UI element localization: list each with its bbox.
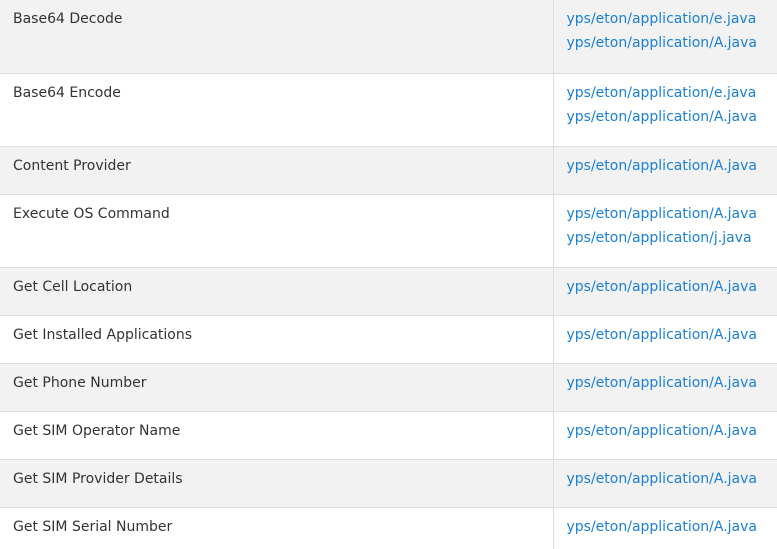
files-cell: yps/eton/application/A.java	[553, 145, 777, 194]
table-row: Content Provider yps/eton/application/A.…	[0, 145, 777, 194]
file-link[interactable]: yps/eton/application/A.java	[567, 31, 777, 55]
files-cell: yps/eton/application/e.java yps/eton/app…	[553, 72, 777, 146]
table-row: Get SIM Operator Name yps/eton/applicati…	[0, 410, 777, 459]
files-cell: yps/eton/application/A.java	[553, 314, 777, 363]
file-link[interactable]: yps/eton/application/j.java	[567, 226, 777, 250]
file-link[interactable]: yps/eton/application/A.java	[567, 467, 777, 491]
table-row: Get Cell Location yps/eton/application/A…	[0, 266, 777, 315]
api-name-cell: Content Provider	[0, 145, 554, 194]
table-row: Execute OS Command yps/eton/application/…	[0, 193, 777, 267]
files-cell: yps/eton/application/A.java	[553, 506, 777, 549]
file-link[interactable]: yps/eton/application/A.java	[567, 515, 777, 539]
api-name-cell: Base64 Decode	[0, 0, 554, 73]
api-name-cell: Get Phone Number	[0, 362, 554, 411]
file-link[interactable]: yps/eton/application/A.java	[567, 202, 777, 226]
api-name-cell: Base64 Encode	[0, 72, 554, 146]
api-name-cell: Get SIM Operator Name	[0, 410, 554, 459]
api-name-cell: Get Cell Location	[0, 266, 554, 315]
api-name-cell: Get SIM Serial Number	[0, 506, 554, 549]
table-row: Get Phone Number yps/eton/application/A.…	[0, 362, 777, 411]
files-cell: yps/eton/application/A.java	[553, 410, 777, 459]
file-link[interactable]: yps/eton/application/e.java	[567, 7, 777, 31]
file-link[interactable]: yps/eton/application/A.java	[567, 419, 777, 443]
api-usage-table: Base64 Decode yps/eton/application/e.jav…	[0, 0, 777, 549]
api-name-cell: Get SIM Provider Details	[0, 458, 554, 507]
file-link[interactable]: yps/eton/application/A.java	[567, 154, 777, 178]
api-name-cell: Get Installed Applications	[0, 314, 554, 363]
table-row: Get Installed Applications yps/eton/appl…	[0, 314, 777, 363]
files-cell: yps/eton/application/A.java	[553, 458, 777, 507]
files-cell: yps/eton/application/A.java yps/eton/app…	[553, 193, 777, 267]
files-cell: yps/eton/application/A.java	[553, 266, 777, 315]
table-row: Get SIM Serial Number yps/eton/applicati…	[0, 506, 777, 549]
table-row: Base64 Decode yps/eton/application/e.jav…	[0, 0, 777, 73]
table-row: Get SIM Provider Details yps/eton/applic…	[0, 458, 777, 507]
file-link[interactable]: yps/eton/application/A.java	[567, 323, 777, 347]
files-cell: yps/eton/application/A.java	[553, 362, 777, 411]
file-link[interactable]: yps/eton/application/A.java	[567, 371, 777, 395]
file-link[interactable]: yps/eton/application/A.java	[567, 275, 777, 299]
files-cell: yps/eton/application/e.java yps/eton/app…	[553, 0, 777, 73]
file-link[interactable]: yps/eton/application/A.java	[567, 105, 777, 129]
file-link[interactable]: yps/eton/application/e.java	[567, 81, 777, 105]
table-row: Base64 Encode yps/eton/application/e.jav…	[0, 72, 777, 146]
api-name-cell: Execute OS Command	[0, 193, 554, 267]
